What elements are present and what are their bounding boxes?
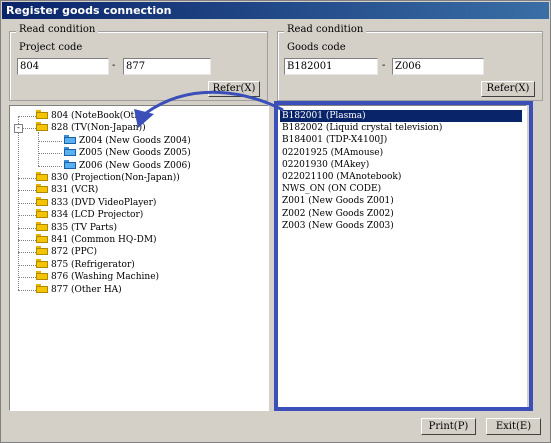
annotation-overlay bbox=[134, 90, 533, 411]
register-goods-window: Register goods connection Read condition… bbox=[0, 0, 551, 443]
annotation-arrow-shaft bbox=[145, 90, 284, 115]
annotation-frame bbox=[274, 101, 533, 411]
print-button[interactable]: Print(P) bbox=[421, 418, 476, 435]
exit-button[interactable]: Exit(E) bbox=[486, 418, 541, 435]
annotation-arrow-head bbox=[134, 109, 154, 128]
